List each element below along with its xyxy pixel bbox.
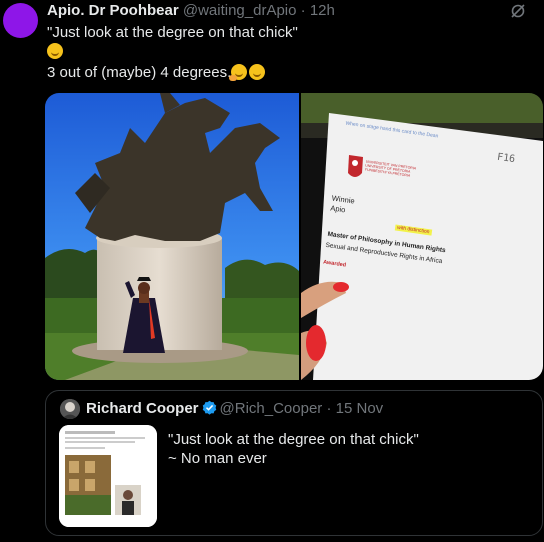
author-name[interactable]: Apio. Dr Poohbear — [47, 2, 179, 19]
card-code: F16 — [496, 151, 516, 166]
graduate-name: Winnie Apio — [330, 194, 355, 217]
quote-date[interactable]: 15 Nov — [336, 400, 384, 417]
quote-author-handle[interactable]: @Rich_Cooper — [220, 400, 323, 417]
quote-separator-dot: · — [326, 400, 332, 417]
quote-text-line-1: "Just look at the degree on that chick" — [168, 431, 419, 448]
verified-badge-icon — [202, 400, 216, 415]
graduation-card-photo[interactable]: When on stage hand this card to the Dean… — [301, 93, 543, 380]
author-avatar[interactable] — [3, 3, 38, 38]
hand-over-mouth-emoji-icon — [229, 64, 248, 81]
quoted-tweet[interactable]: Richard Cooper @Rich_Cooper · 15 Nov "Ju… — [45, 390, 543, 536]
smiling-face-icon — [47, 43, 63, 59]
tweet-time[interactable]: 12h — [310, 2, 335, 19]
quote-header: Richard Cooper @Rich_Cooper · 15 Nov — [86, 400, 383, 418]
quote-media-thumbnail[interactable] — [59, 425, 157, 527]
statue-photo[interactable] — [45, 93, 299, 380]
separator-dot: · — [300, 2, 306, 19]
tweet-media[interactable]: When on stage hand this card to the Dean… — [45, 93, 543, 380]
quote-text-line-2: ~ No man ever — [168, 450, 267, 467]
quote-author-avatar[interactable] — [60, 399, 80, 419]
tweet-text-line-1: "Just look at the degree on that chick" — [47, 24, 298, 41]
tweet-text-line-2 — [47, 43, 63, 61]
tweet-text-line-3: 3 out of (maybe) 4 degrees. — [47, 64, 266, 82]
tweet-degrees-text: 3 out of (maybe) 4 degrees. — [47, 64, 232, 81]
relieved-face-emoji-icon — [249, 64, 266, 80]
tweet-header: Apio. Dr Poohbear @waiting_drApio · 12h — [47, 2, 335, 20]
grok-icon[interactable] — [510, 3, 526, 19]
author-handle[interactable]: @waiting_drApio — [183, 2, 297, 19]
quote-author-name[interactable]: Richard Cooper — [86, 400, 199, 417]
